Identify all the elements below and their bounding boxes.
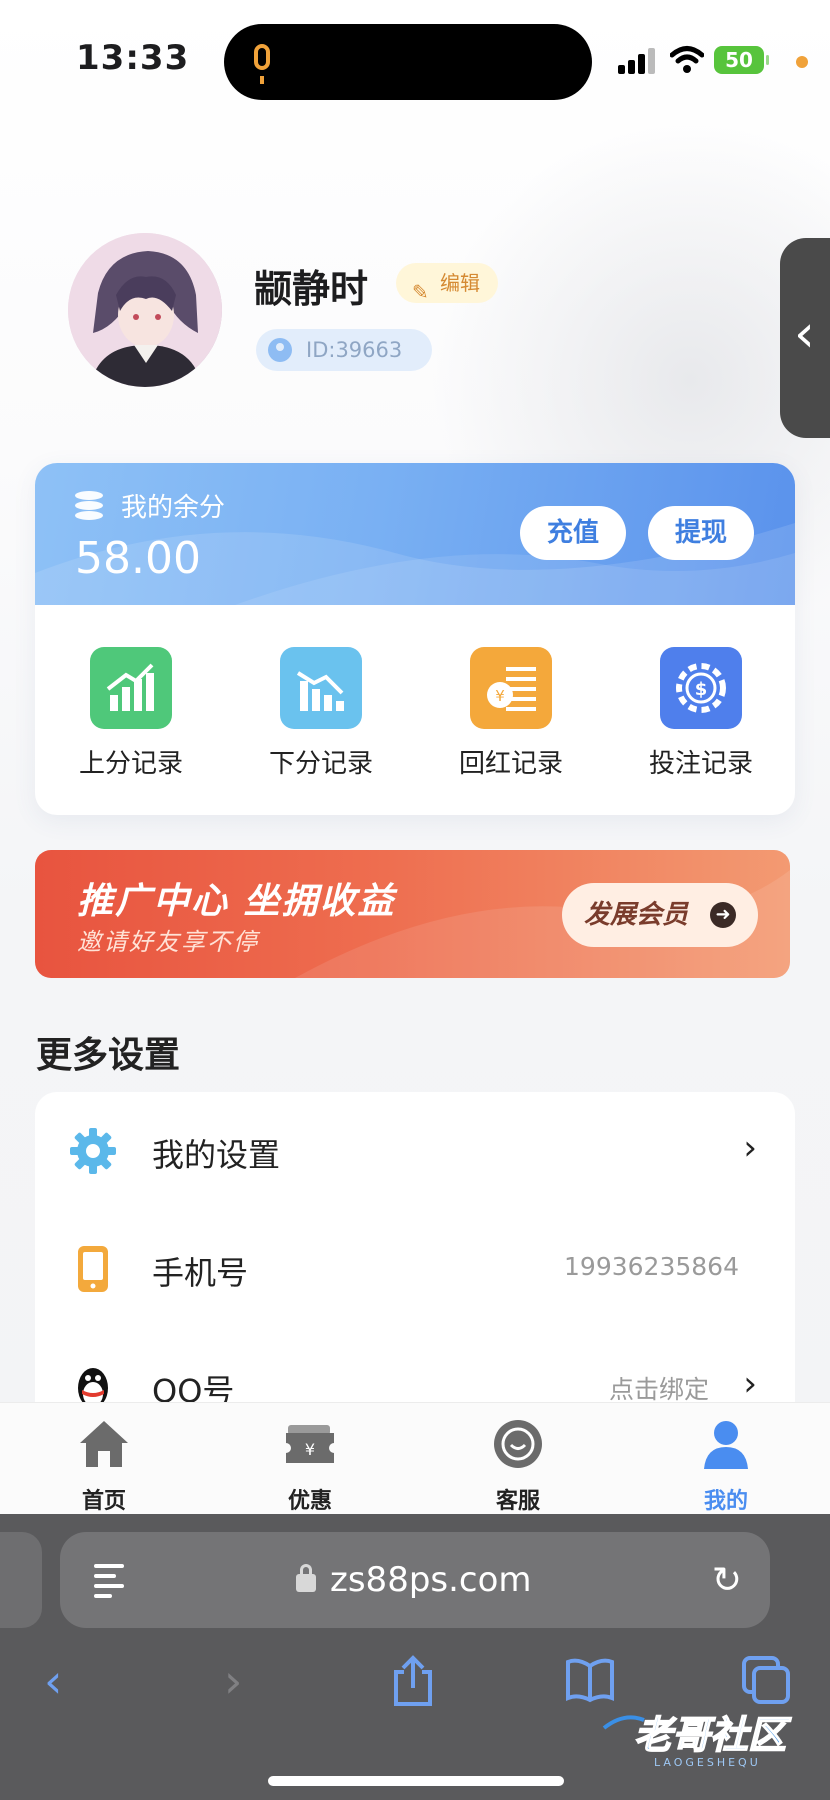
tab-label: 客服 [495, 1489, 540, 1514]
record-rebate[interactable]: ¥ 回红记录 [431, 647, 591, 780]
svg-text:$: $ [695, 679, 708, 700]
avatar[interactable] [68, 233, 222, 387]
lock-icon [296, 1564, 316, 1592]
withdraw-button[interactable]: 提现 [648, 506, 754, 560]
user-icon [704, 1421, 748, 1469]
address-bar[interactable]: zs88ps.com ↻ [60, 1532, 770, 1628]
record-label: 投注记录 [648, 749, 753, 779]
user-icon [268, 338, 292, 362]
browser-chrome: zs88ps.com ↻ ‹ › 老哥社区 LAOGESHEQU [0, 1514, 830, 1800]
bookmarks-icon[interactable] [564, 1656, 616, 1704]
tabs-icon[interactable] [740, 1654, 792, 1706]
wifi-icon [670, 46, 704, 73]
tab-label: 优惠 [287, 1489, 332, 1514]
svg-text:¥: ¥ [305, 1440, 315, 1459]
avatar-illustration [68, 233, 222, 387]
status-time: 13:33 [76, 38, 190, 78]
watermark-logo: 老哥社区 LAOGESHEQU [602, 1712, 793, 1769]
url-text[interactable]: zs88ps.com [330, 1560, 532, 1600]
balance-value: 58.00 [75, 533, 201, 584]
coin-stack-icon [75, 491, 103, 521]
record-bet[interactable]: $ 投注记录 [621, 647, 781, 780]
promo-title: 推广中心 坐拥收益 [77, 881, 396, 922]
tab-label: 我的 [703, 1489, 748, 1514]
promo-subtitle: 邀请好友享不停 [77, 928, 259, 956]
username: 颛静时 [254, 267, 369, 311]
forward-button[interactable]: › [224, 1654, 242, 1708]
pen-icon: ✎ [412, 280, 429, 304]
edit-profile-button[interactable]: ✎ 编辑 [396, 263, 498, 304]
tab-home[interactable]: 首页 [44, 1417, 164, 1515]
balance-card: 我的余分 58.00 充值 提现 上分记录 下分记录 ¥ 回红记录 $ 投注记录 [35, 463, 795, 815]
privacy-dot [796, 56, 808, 68]
home-indicator [268, 1776, 564, 1786]
phone-icon [78, 1246, 108, 1292]
home-icon [80, 1421, 128, 1467]
chart-down-icon [280, 647, 362, 729]
tab-label: 首页 [81, 1489, 126, 1514]
microphone-icon [254, 44, 270, 84]
record-label: 上分记录 [78, 749, 183, 779]
dynamic-island [224, 24, 592, 100]
chevron-right-icon: › [743, 1364, 757, 1404]
svg-text:¥: ¥ [495, 687, 505, 705]
edit-label: 编辑 [440, 271, 480, 295]
balance-header: 我的余分 58.00 充值 提现 [35, 463, 795, 605]
user-id-badge: ID:39663 [256, 329, 432, 371]
page-menu-icon[interactable] [94, 1562, 128, 1598]
settings-label: 手机号 [152, 1254, 249, 1292]
settings-label: 我的设置 [152, 1136, 281, 1174]
recharge-button[interactable]: 充值 [520, 506, 626, 560]
svg-text:老哥社区: 老哥社区 [634, 1713, 792, 1757]
status-bar: 13:33 50 [0, 0, 830, 120]
record-label: 回红记录 [458, 749, 563, 779]
promotion-banner[interactable]: 推广中心 坐拥收益 邀请好友享不停 发展会员 ➜ [35, 850, 790, 978]
side-drawer-handle[interactable]: ‹ [780, 238, 830, 438]
gear-icon [70, 1128, 116, 1174]
svg-text:LAOGESHEQU: LAOGESHEQU [654, 1756, 761, 1769]
chat-icon [494, 1420, 542, 1468]
section-title: 更多设置 [36, 1035, 181, 1076]
bottom-tab-bar: 首页 ¥ 优惠 客服 我的 [0, 1402, 830, 1515]
coin-list-icon: ¥ [470, 647, 552, 729]
phone-number: 19936235864 [564, 1252, 739, 1281]
settings-row-phone[interactable]: 手机号 19936235864 [35, 1210, 795, 1328]
reload-icon[interactable]: ↻ [712, 1560, 742, 1601]
chevron-left-icon: ‹ [794, 304, 815, 364]
develop-member-button[interactable]: 发展会员 ➜ [562, 883, 758, 947]
coupon-icon: ¥ [286, 1425, 334, 1463]
promo-button-label: 发展会员 [584, 900, 689, 930]
record-shortcuts: 上分记录 下分记录 ¥ 回红记录 $ 投注记录 [35, 605, 795, 815]
arrow-right-icon: ➜ [710, 902, 736, 928]
record-label: 下分记录 [268, 749, 373, 779]
battery-indicator: 50 [714, 46, 769, 74]
tab-offers[interactable]: ¥ 优惠 [250, 1417, 370, 1515]
qq-bind-hint: 点击绑定 [608, 1375, 709, 1404]
cellular-signal-icon [618, 48, 658, 74]
user-id: ID:39663 [306, 338, 403, 362]
chevron-right-icon: › [743, 1128, 757, 1168]
record-deposit[interactable]: 上分记录 [51, 647, 211, 780]
previous-tab-preview[interactable] [0, 1532, 42, 1628]
tab-mine[interactable]: 我的 [666, 1417, 786, 1515]
chart-up-icon [90, 647, 172, 729]
balance-label: 我的余分 [121, 493, 226, 523]
back-button[interactable]: ‹ [44, 1654, 62, 1708]
chip-icon: $ [660, 647, 742, 729]
share-icon[interactable] [390, 1654, 436, 1708]
settings-row-my-settings[interactable]: 我的设置 › [35, 1092, 795, 1210]
tab-customer-service[interactable]: 客服 [458, 1417, 578, 1515]
record-withdraw[interactable]: 下分记录 [241, 647, 401, 780]
